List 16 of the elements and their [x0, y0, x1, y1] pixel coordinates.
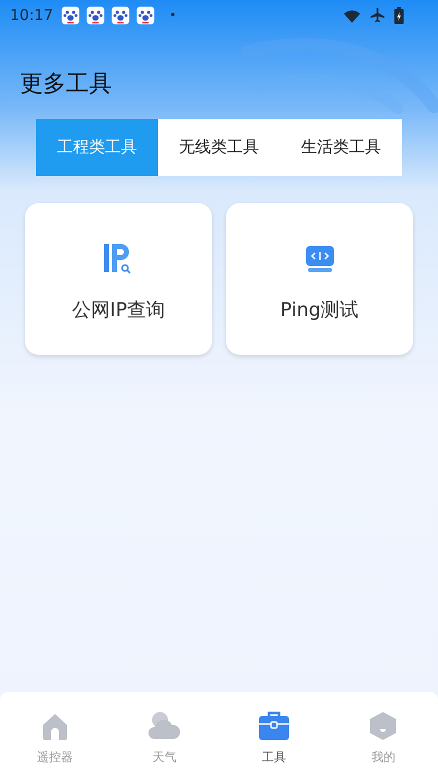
tool-card[interactable]: 公网IP查询	[25, 203, 212, 355]
toolbox-icon	[256, 709, 291, 743]
page-title: 更多工具	[20, 70, 113, 99]
paw-icon	[86, 6, 106, 24]
notification-dot: •	[169, 8, 176, 22]
wifi-icon	[343, 8, 361, 22]
tool-label: 公网IP查询	[72, 298, 166, 323]
nav-tab[interactable]: 工具	[219, 692, 328, 779]
paw-icon	[61, 6, 80, 24]
paw-icon	[136, 6, 156, 24]
paw-icon	[111, 6, 130, 24]
clock-time: 10:17	[10, 6, 54, 24]
airplane-icon	[369, 6, 386, 24]
tool-card[interactable]: Ping测试	[226, 203, 413, 355]
battery-icon	[394, 6, 404, 24]
tool-label: Ping测试	[280, 298, 359, 323]
